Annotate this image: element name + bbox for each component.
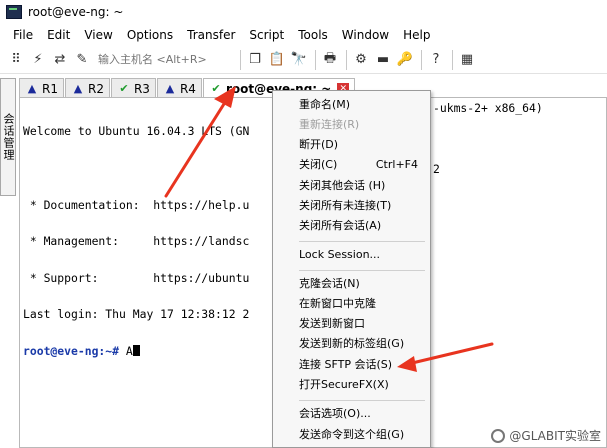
warning-icon: ▲: [27, 82, 37, 95]
menu-item-label: 重新连接(R): [299, 118, 360, 131]
menu-tools[interactable]: Tools: [291, 28, 335, 42]
watermark-text: @GLABIT实验室: [509, 429, 601, 443]
host-name-input[interactable]: [94, 49, 236, 70]
terminal-line-fragment: 2: [433, 162, 440, 176]
menu-item-send-new-window[interactable]: 发送到新窗口: [273, 313, 430, 333]
terminal-app-icon: [6, 5, 22, 19]
menu-item-label: 发送命令到这个组(G): [299, 428, 405, 441]
menu-item-send-new-tab-group[interactable]: 发送到新的标签组(G): [273, 333, 430, 353]
menu-item-label: 克隆会话(N): [299, 277, 360, 290]
menu-item-close[interactable]: 关闭(C) Ctrl+F4: [273, 154, 430, 174]
print-icon[interactable]: 🖶: [320, 50, 340, 70]
connect-icon[interactable]: ⠿: [6, 50, 26, 70]
disconnect-icon[interactable]: ✎: [72, 50, 92, 70]
menu-item-label: 打开SecureFX(X): [299, 378, 389, 391]
reconnect-icon[interactable]: ⇄: [50, 50, 70, 70]
toolbar: ⠿ ⚡ ⇄ ✎ ❐ 📋 🔭 🖶 ⚙ ▬ 🔑 ? ▦: [0, 46, 607, 74]
find-icon[interactable]: 🔭: [289, 50, 309, 70]
menu-divider: [299, 400, 425, 401]
tab-label: R2: [87, 81, 104, 96]
menu-item-session-options[interactable]: 会话选项(O)...: [273, 403, 430, 423]
watermark-logo-icon: [491, 428, 506, 443]
session-manager-tab[interactable]: 会话管理: [0, 78, 16, 196]
menu-bar: File Edit View Options Transfer Script T…: [0, 24, 607, 46]
menu-item-send-command-group[interactable]: 发送命令到这个组(G): [273, 424, 430, 444]
menu-file[interactable]: File: [6, 28, 40, 42]
warning-icon: ▲: [165, 82, 175, 95]
menu-divider: [299, 241, 425, 242]
menu-item-connect-sftp[interactable]: 连接 SFTP 会话(S): [273, 354, 430, 374]
tab-r1[interactable]: ▲ R1: [19, 78, 64, 98]
tab-r4[interactable]: ▲ R4: [156, 78, 202, 98]
connected-check-icon: ✔: [119, 82, 129, 95]
watermark: @GLABIT实验室: [491, 427, 601, 444]
tab-r2[interactable]: ▲ R2: [64, 78, 110, 98]
menu-item-label: 断开(D): [299, 138, 339, 151]
shell-prompt: root@eve-ng:~#: [23, 343, 120, 358]
menu-item-label: 发送到新窗口: [299, 317, 365, 330]
menu-item-label: 关闭所有未连接(T): [299, 199, 392, 212]
menu-window[interactable]: Window: [335, 28, 396, 42]
menu-item-label: 重命名(M): [299, 98, 351, 111]
toolbar-divider: [452, 49, 453, 70]
connected-check-icon: ✔: [211, 82, 221, 95]
menu-options[interactable]: Options: [120, 28, 180, 42]
menu-item-label: 关闭所有会话(A): [299, 219, 382, 232]
settings-icon[interactable]: ⚙: [351, 50, 371, 70]
tab-context-menu: 重命名(M) 重新连接(R) 断开(D) 关闭(C) Ctrl+F4 关闭其他会话…: [272, 90, 431, 448]
copy-icon[interactable]: ❐: [245, 50, 265, 70]
securefx-icon[interactable]: ▦: [457, 50, 477, 70]
session-manager-label: 会话管理: [2, 113, 15, 161]
toolbar-divider: [240, 49, 241, 70]
menu-script[interactable]: Script: [242, 28, 291, 42]
shell-input: A: [119, 343, 133, 358]
menu-item-label: 在新窗口中克隆: [299, 297, 376, 310]
menu-item-label: 发送到新的标签组(G): [299, 337, 405, 350]
menu-item-rename[interactable]: 重命名(M): [273, 94, 430, 114]
menu-edit[interactable]: Edit: [40, 28, 77, 42]
menu-item-shortcut: Ctrl+F4: [375, 157, 418, 171]
menu-item-close-unconnected[interactable]: 关闭所有未连接(T): [273, 195, 430, 215]
toolbar-divider: [346, 49, 347, 70]
menu-help[interactable]: Help: [396, 28, 437, 42]
tab-label: R3: [133, 81, 150, 96]
menu-item-reconnect: 重新连接(R): [273, 114, 430, 134]
menu-transfer[interactable]: Transfer: [180, 28, 242, 42]
tab-label: R4: [179, 81, 196, 96]
menu-item-close-all[interactable]: 关闭所有会话(A): [273, 215, 430, 235]
menu-item-clone-session[interactable]: 克隆会话(N): [273, 273, 430, 293]
menu-item-close-others[interactable]: 关闭其他会话 (H): [273, 175, 430, 195]
menu-item-clone-new-window[interactable]: 在新窗口中克隆: [273, 293, 430, 313]
help-icon[interactable]: ?: [426, 50, 446, 70]
warning-icon: ▲: [73, 82, 83, 95]
menu-item-label: Lock Session...: [299, 247, 381, 261]
menu-item-label: 会话选项(O)...: [299, 407, 371, 420]
title-bar: root@eve-ng: ~: [0, 0, 607, 24]
tab-r3[interactable]: ✔ R3: [110, 78, 156, 98]
menu-item-disconnect[interactable]: 断开(D): [273, 134, 430, 154]
keymap-icon[interactable]: 🔑: [395, 50, 415, 70]
quick-connect-icon[interactable]: ⚡: [28, 50, 48, 70]
window-title: root@eve-ng: ~: [28, 5, 124, 19]
toolbar-divider: [315, 49, 316, 70]
menu-item-lock-session[interactable]: Lock Session...: [273, 244, 430, 264]
menu-item-open-securefx[interactable]: 打开SecureFX(X): [273, 374, 430, 394]
paste-icon[interactable]: 📋: [267, 50, 287, 70]
terminal-line-fragment: -ukms-2+ x86_64): [433, 101, 543, 115]
menu-item-label: 连接 SFTP 会话(S): [299, 358, 393, 371]
menu-item-label: 关闭其他会话 (H): [299, 179, 386, 192]
menu-divider: [299, 270, 425, 271]
global-options-icon[interactable]: ▬: [373, 50, 393, 70]
toolbar-divider: [421, 49, 422, 70]
tab-label: R1: [42, 81, 58, 96]
menu-view[interactable]: View: [77, 28, 119, 42]
text-cursor: [132, 344, 140, 356]
menu-item-label: 关闭(C): [299, 158, 338, 171]
